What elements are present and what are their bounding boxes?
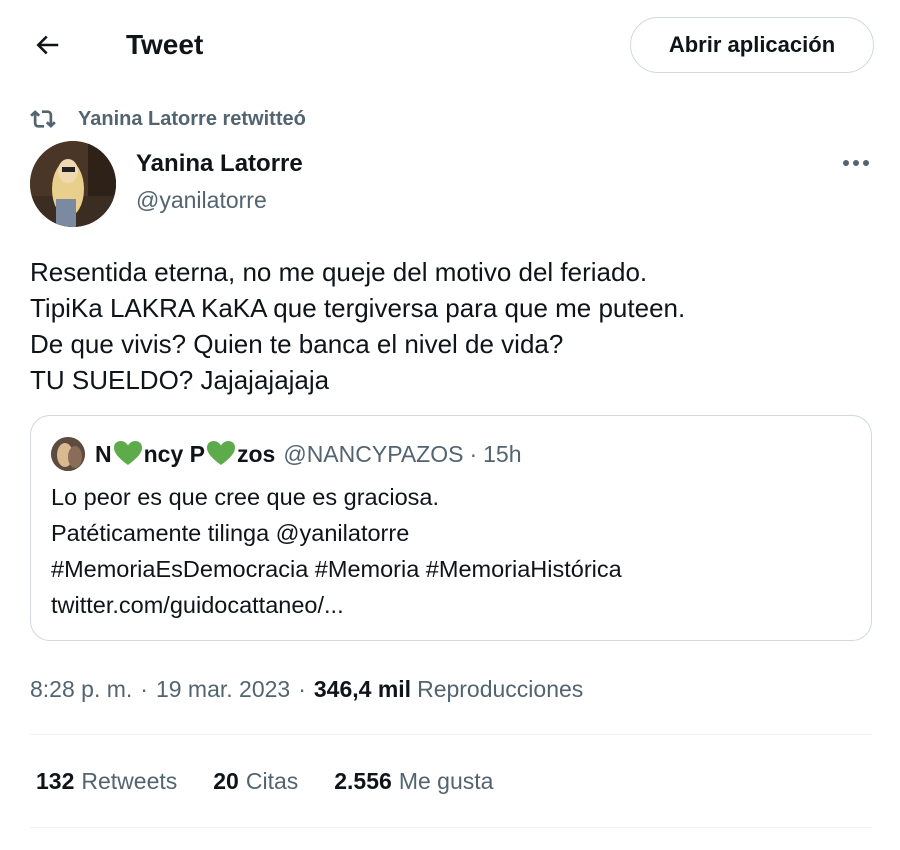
tweet-text: Resentida eterna, no me queje del motivo… <box>30 254 870 398</box>
divider <box>30 734 872 735</box>
retweet-context: Yanina Latorre retwitteó <box>30 104 306 134</box>
back-button[interactable] <box>28 26 66 64</box>
retweets-label: Retweets <box>81 767 178 794</box>
quoted-name-part: N <box>95 441 112 467</box>
quotes-stat[interactable]: 20 Citas <box>213 768 298 795</box>
more-dots-icon <box>843 160 869 166</box>
likes-count: 2.556 <box>334 767 392 794</box>
green-heart-icon <box>207 441 235 465</box>
quoted-name-part: zos <box>237 441 276 467</box>
quoted-line: Lo peor es que cree que es graciosa. <box>51 484 440 510</box>
tweet-line: TU SUELDO? Jajajajajaja <box>30 365 330 395</box>
tweet-line: Resentida eterna, no me queje del motivo… <box>30 257 648 287</box>
author-handle[interactable]: @yanilatorre <box>136 185 267 215</box>
quoted-author-name: Nncy P zos <box>95 440 275 468</box>
divider <box>30 827 872 828</box>
more-options-button[interactable] <box>836 148 876 178</box>
tweet-date[interactable]: 19 mar. 2023 <box>156 676 290 703</box>
tweet-line: De que vivis? Quien te banca el nivel de… <box>30 329 564 359</box>
quotes-label: Citas <box>245 767 299 794</box>
separator-dot: · <box>140 675 148 702</box>
green-heart-icon <box>113 441 142 465</box>
quotes-count: 20 <box>213 767 239 794</box>
quoted-tweet-text: Lo peor es que cree que es graciosa. Pat… <box>51 479 851 623</box>
tweet-time[interactable]: 8:28 p. m. <box>30 676 132 703</box>
likes-stat[interactable]: 2.556 Me gusta <box>334 768 493 795</box>
top-bar: Tweet Abrir aplicación <box>0 0 900 90</box>
quoted-author-handle: @NANCYPAZOS <box>283 440 464 467</box>
open-app-button[interactable]: Abrir aplicación <box>630 17 874 73</box>
views-count: 346,4 mil <box>313 675 412 702</box>
quoted-tweet-card[interactable]: Nncy P zos @NANCYPAZOS · 15h Lo peor es q… <box>30 415 872 641</box>
author-name[interactable]: Yanina Latorre <box>136 149 303 179</box>
retweets-stat[interactable]: 132 Retweets <box>36 768 177 795</box>
quoted-author-avatar <box>51 437 85 471</box>
quoted-tweet-header: Nncy P zos @NANCYPAZOS · 15h <box>51 436 522 472</box>
tweet-line: TipiKa LAKRA KaKA que tergiversa para qu… <box>30 293 686 323</box>
arrow-left-icon <box>36 35 59 55</box>
quoted-line: #MemoriaEsDemocracia #Memoria #MemoriaHi… <box>51 556 622 582</box>
views-label: Reproducciones <box>417 675 584 702</box>
separator-dot: · <box>469 440 478 467</box>
quoted-tweet-time: 15h <box>483 440 522 467</box>
page-title: Tweet <box>126 29 204 60</box>
quoted-line: Patéticamente tilinga @yanilatorre <box>51 520 410 546</box>
retweet-label[interactable]: Yanina Latorre retwitteó <box>78 108 306 131</box>
retweets-count: 132 <box>36 767 75 794</box>
separator-dot: · <box>298 675 306 702</box>
author-avatar[interactable] <box>30 141 116 227</box>
engagement-stats: 132 Retweets 20 Citas 2.556 Me gusta <box>36 764 529 798</box>
tweet-metadata: 8:28 p. m. · 19 mar. 2023 · 346,4 mil Re… <box>30 672 583 706</box>
quoted-line: twitter.com/guidocattaneo/... <box>51 592 344 618</box>
retweet-icon <box>30 105 58 133</box>
quoted-name-part: ncy P <box>143 441 205 467</box>
likes-label: Me gusta <box>398 767 494 794</box>
